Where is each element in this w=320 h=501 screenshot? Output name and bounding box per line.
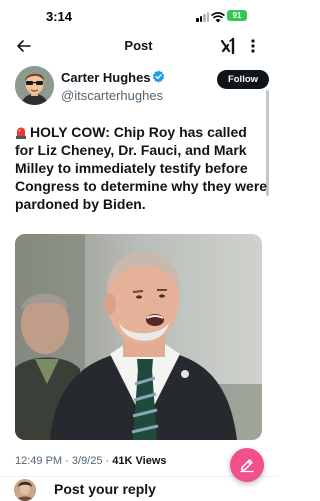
post-time: 12:49 PM — [15, 455, 63, 467]
reply-input[interactable] — [54, 481, 204, 497]
more-icon — [251, 39, 255, 53]
post-meta: 12:49 PM · 3/9/25 · 41K Views — [15, 455, 167, 467]
cartoon-avatar-image — [15, 66, 54, 105]
siren-emoji-icon — [15, 125, 27, 139]
wifi-icon — [211, 10, 225, 28]
meta-separator: · — [65, 455, 69, 467]
views-count[interactable]: 41K — [112, 455, 132, 467]
views-label[interactable]: Views — [136, 455, 167, 467]
author-name[interactable]: Carter Hughes — [61, 70, 151, 85]
author-avatar[interactable] — [15, 66, 54, 105]
status-bar: 3:14 91 — [0, 0, 277, 32]
more-button[interactable] — [243, 36, 263, 56]
post-text: HOLY COW: Chip Roy has called for Liz Ch… — [15, 123, 269, 213]
post-date: 3/9/25 — [71, 455, 103, 467]
post-image[interactable] — [15, 234, 262, 440]
compose-icon — [240, 459, 254, 473]
grok-icon — [220, 37, 235, 55]
signal-icon — [196, 12, 210, 22]
post-text-content: HOLY COW: Chip Roy has called for Liz Ch… — [15, 124, 268, 212]
verified-badge-icon — [152, 70, 165, 83]
battery-indicator: 91 — [227, 10, 247, 21]
post-header: Carter Hughes @itscarterhughes Follow — [0, 62, 277, 110]
compose-button[interactable] — [230, 448, 264, 482]
author-handle[interactable]: @itscarterhughes — [61, 88, 163, 103]
follow-button[interactable]: Follow — [217, 70, 269, 89]
grok-button[interactable] — [220, 37, 237, 55]
user-avatar — [14, 479, 36, 501]
status-time: 3:14 — [46, 9, 73, 24]
reply-bar — [0, 477, 277, 501]
nav-bar: Post — [0, 32, 277, 60]
photo-chip-roy-image — [15, 234, 262, 440]
meta-separator-2: · — [105, 455, 110, 467]
